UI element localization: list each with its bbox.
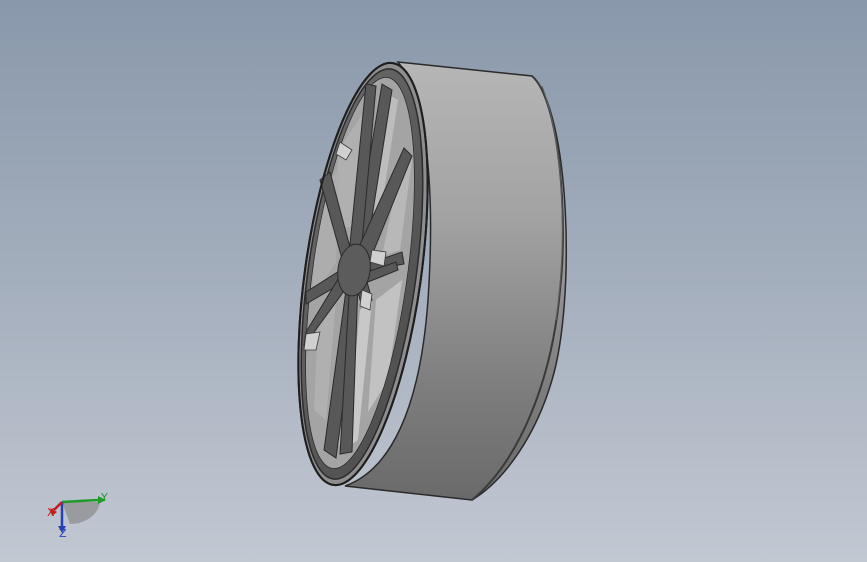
graphics-viewport[interactable]: Y X Z — [0, 0, 867, 562]
triad-base-shadow — [62, 502, 100, 524]
wheel-model[interactable] — [0, 0, 867, 562]
triad-z-label: Z — [59, 527, 67, 540]
triad-y-axis — [61, 498, 99, 504]
triad-x-label: X — [47, 506, 55, 519]
triad-y-label: Y — [101, 491, 108, 504]
